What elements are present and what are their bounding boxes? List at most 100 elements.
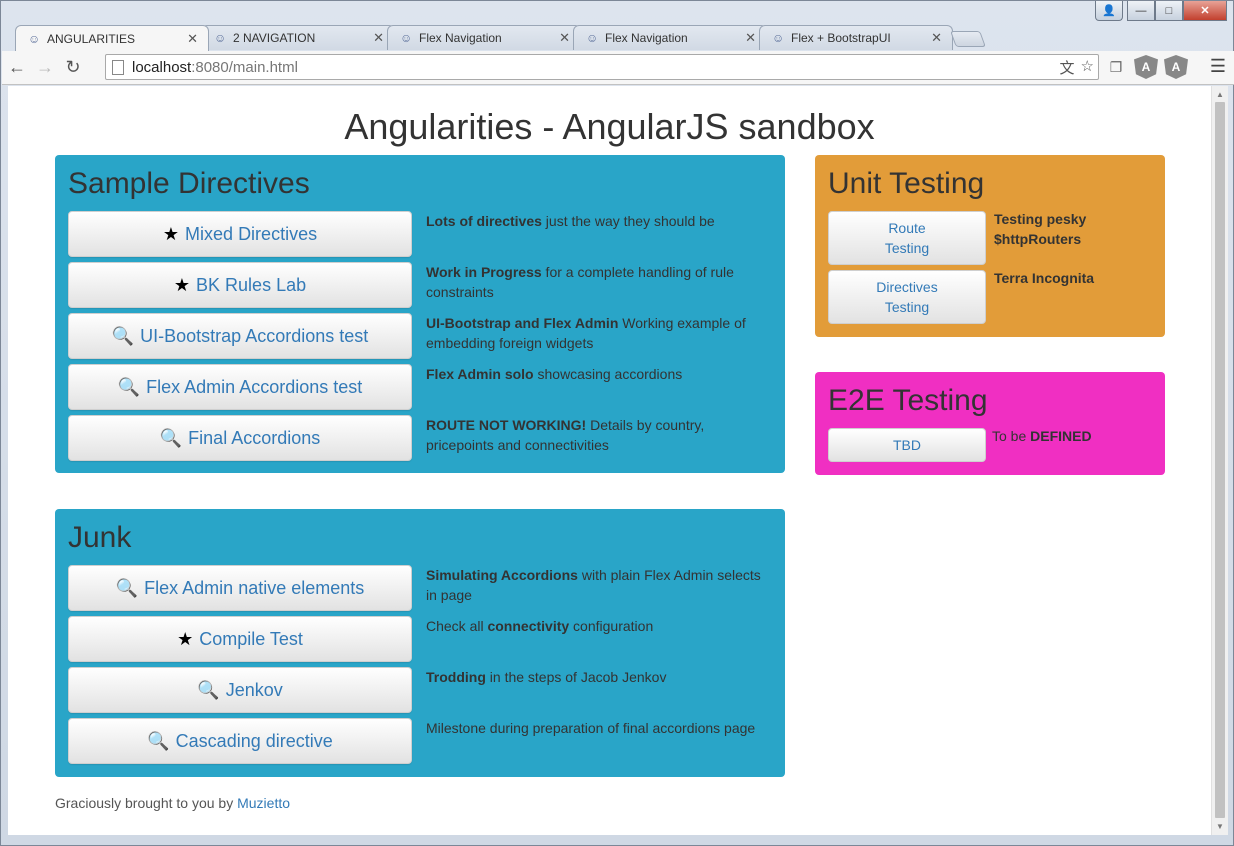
- zoom-icon: 🔍: [115, 577, 139, 598]
- angular-batarang-icon[interactable]: A: [1164, 55, 1188, 79]
- tab-label: Flex + BootstrapUI: [791, 31, 891, 45]
- back-button[interactable]: ←: [4, 55, 30, 81]
- tab-close-icon[interactable]: ✕: [745, 30, 756, 46]
- minimize-button[interactable]: —: [1127, 1, 1155, 21]
- button-label: Mixed Directives: [185, 223, 318, 244]
- junk-panel: Junk 🔍 Flex Admin native elements Simula…: [55, 509, 785, 777]
- zoom-icon: 🔍: [147, 730, 170, 751]
- extension-copy-icon[interactable]: ❐: [1104, 55, 1128, 79]
- tab-close-icon[interactable]: ✕: [931, 30, 942, 46]
- item-description: Trodding in the steps of Jacob Jenkov: [426, 667, 771, 713]
- flex-admin-native-elements-button[interactable]: 🔍 Flex Admin native elements: [68, 565, 412, 611]
- compile-test-button[interactable]: ★ Compile Test: [68, 616, 412, 662]
- vertical-scrollbar[interactable]: ▲ ▼: [1211, 86, 1228, 835]
- desc-rest: in the steps of Jacob Jenkov: [485, 669, 667, 685]
- tab-label: Flex Navigation: [419, 31, 502, 45]
- button-label-line2: Testing: [884, 299, 930, 315]
- item-description: Simulating Accordions with plain Flex Ad…: [426, 565, 771, 611]
- tab-label: Flex Navigation: [605, 31, 688, 45]
- footer-text: Graciously brought to you by: [55, 795, 238, 811]
- new-tab-button[interactable]: [950, 31, 986, 47]
- translate-icon[interactable]: 文: [1060, 57, 1075, 78]
- button-label: Compile Test: [199, 628, 303, 649]
- tab-flex-navigation-2[interactable]: ☺ Flex Navigation ✕: [573, 25, 767, 50]
- bookmark-star-icon[interactable]: ☆: [1081, 57, 1094, 78]
- tab-angularities[interactable]: ☺ ANGULARITIES ✕: [15, 25, 209, 51]
- url-host: localhost: [132, 58, 192, 76]
- item-description: Work in Progress for a complete handling…: [426, 262, 771, 308]
- desc-bold: connectivity: [487, 618, 570, 634]
- item-description: To be DEFINED: [992, 426, 1092, 462]
- desc-line1: Terra Incognita: [994, 270, 1095, 286]
- desc-pre: Check all: [426, 618, 488, 634]
- desc-bold: Lots of directives: [426, 213, 542, 229]
- desc-bold: UI-Bootstrap and Flex Admin: [426, 315, 619, 331]
- chrome-menu-icon[interactable]: ☰: [1210, 56, 1226, 77]
- item-description: Check all connectivity configuration: [426, 616, 771, 662]
- page-favicon-icon: ☺: [28, 31, 41, 46]
- zoom-icon: 🔍: [111, 325, 135, 346]
- ui-bootstrap-accordions-button[interactable]: 🔍 UI-Bootstrap Accordions test: [68, 313, 412, 359]
- zoom-icon: 🔍: [197, 679, 220, 700]
- route-testing-button[interactable]: Route Testing: [828, 211, 986, 265]
- address-bar[interactable]: localhost:8080/main.html 文 ☆: [105, 54, 1099, 80]
- forward-button[interactable]: →: [32, 55, 58, 81]
- tab-close-icon[interactable]: ✕: [559, 30, 570, 46]
- page-favicon-icon: ☺: [586, 31, 599, 45]
- browser-toolbar: ← → ↻ localhost:8080/main.html 文 ☆ ❐ A A…: [2, 51, 1234, 85]
- footer-author-link[interactable]: Muzietto: [237, 795, 290, 811]
- item-description: UI-Bootstrap and Flex Admin Working exam…: [426, 313, 771, 359]
- unit-testing-panel: Unit Testing Route Testing Testing pesky…: [815, 155, 1165, 337]
- button-label: TBD: [893, 437, 921, 453]
- browser-window: 👤 — □ ✕ ☺ ANGULARITIES ✕ ☺ 2 NAVIGATION …: [0, 0, 1234, 846]
- maximize-button[interactable]: □: [1155, 1, 1183, 21]
- tab-flex-bootstrapui[interactable]: ☺ Flex + BootstrapUI ✕: [759, 25, 953, 50]
- desc-rest: configuration: [569, 618, 654, 634]
- tbd-button[interactable]: TBD: [828, 428, 986, 462]
- page-favicon-icon: ☺: [772, 31, 785, 45]
- bk-rules-lab-button[interactable]: ★ BK Rules Lab: [68, 262, 412, 308]
- item-description: ROUTE NOT WORKING! Details by country, p…: [426, 415, 771, 461]
- page-viewport: Angularities - AngularJS sandbox Sample …: [8, 86, 1211, 835]
- button-label: Flex Admin Accordions test: [146, 376, 363, 397]
- scroll-up-arrow-icon[interactable]: ▲: [1216, 90, 1224, 99]
- zoom-icon: 🔍: [117, 376, 141, 397]
- page-icon: [112, 59, 124, 75]
- close-window-button[interactable]: ✕: [1183, 1, 1227, 21]
- tab-close-icon[interactable]: ✕: [373, 30, 384, 46]
- item-description: Milestone during preparation of final ac…: [426, 718, 771, 764]
- star-icon: ★: [173, 274, 191, 295]
- button-label: Flex Admin native elements: [144, 577, 365, 598]
- button-label-line1: Directives: [876, 279, 938, 295]
- flex-admin-accordions-button[interactable]: 🔍 Flex Admin Accordions test: [68, 364, 412, 410]
- title-bar: 👤 — □ ✕ ☺ ANGULARITIES ✕ ☺ 2 NAVIGATION …: [1, 1, 1233, 51]
- desc-bold: Trodding: [426, 669, 486, 685]
- cascading-directive-button[interactable]: 🔍 Cascading directive: [68, 718, 412, 764]
- desc-rest: Milestone during preparation of final ac…: [426, 720, 756, 736]
- url-path: :8080/main.html: [191, 58, 298, 76]
- user-profile-button[interactable]: 👤: [1095, 1, 1123, 21]
- page-favicon-icon: ☺: [400, 31, 413, 45]
- item-description: Testing pesky $httpRouters: [994, 209, 1086, 265]
- scroll-down-arrow-icon[interactable]: ▼: [1216, 822, 1224, 831]
- jenkov-button[interactable]: 🔍 Jenkov: [68, 667, 412, 713]
- angular-extension-icon[interactable]: A: [1134, 55, 1158, 79]
- button-label: Cascading directive: [175, 730, 333, 751]
- e2e-testing-panel: E2E Testing TBD To be DEFINED: [815, 372, 1165, 475]
- button-label: UI-Bootstrap Accordions test: [140, 325, 369, 346]
- panel-heading: E2E Testing: [828, 384, 988, 417]
- star-icon: ★: [162, 223, 180, 244]
- zoom-icon: 🔍: [159, 427, 183, 448]
- tab-2-navigation[interactable]: ☺ 2 NAVIGATION ✕: [201, 25, 395, 50]
- mixed-directives-button[interactable]: ★ Mixed Directives: [68, 211, 412, 257]
- directives-testing-button[interactable]: Directives Testing: [828, 270, 986, 324]
- tab-close-icon[interactable]: ✕: [187, 31, 198, 47]
- reload-button[interactable]: ↻: [60, 55, 86, 81]
- final-accordions-button[interactable]: 🔍 Final Accordions: [68, 415, 412, 461]
- panel-heading: Sample Directives: [68, 167, 310, 200]
- scrollbar-thumb[interactable]: [1215, 102, 1225, 818]
- desc-bold: Work in Progress: [426, 264, 542, 280]
- desc-rest: just the way they should be: [541, 213, 715, 229]
- desc-line2: $httpRouters: [994, 231, 1082, 247]
- tab-flex-navigation-1[interactable]: ☺ Flex Navigation ✕: [387, 25, 581, 50]
